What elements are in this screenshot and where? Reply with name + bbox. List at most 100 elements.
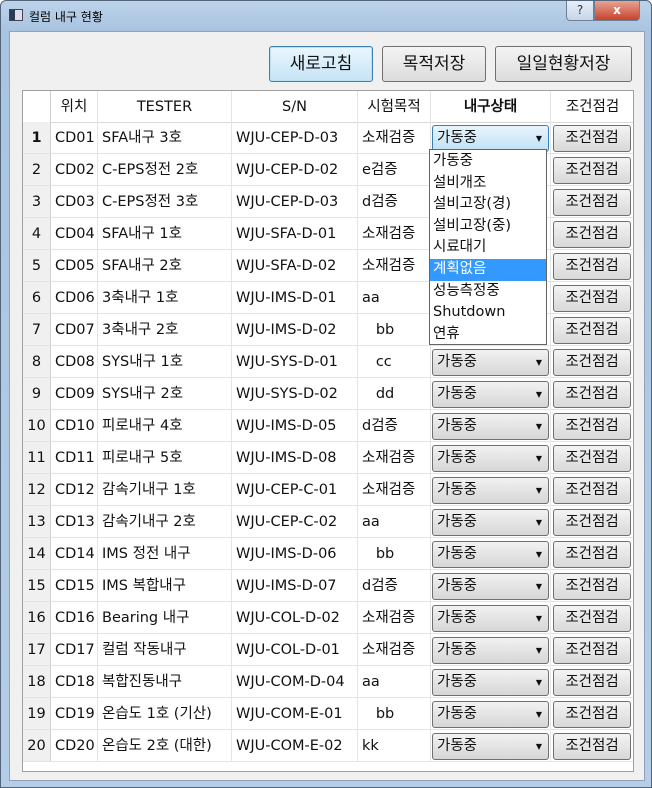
condition-check-button[interactable]: 조건점검 bbox=[553, 157, 631, 184]
row-number[interactable]: 6 bbox=[23, 282, 51, 314]
save-daily-status-button[interactable]: 일일현황저장 bbox=[495, 46, 632, 82]
condition-check-button[interactable]: 조건점검 bbox=[553, 573, 631, 600]
status-combobox[interactable]: 가동중 ▼ bbox=[432, 349, 549, 376]
column-header[interactable]: 조건점검 bbox=[551, 91, 633, 123]
dropdown-option[interactable]: 설비개조 bbox=[430, 173, 546, 195]
dropdown-option[interactable]: 성능측정중 bbox=[430, 281, 546, 303]
row-number[interactable]: 19 bbox=[23, 698, 51, 730]
row-number[interactable]: 16 bbox=[23, 602, 51, 634]
status-value: 가동중 bbox=[437, 514, 478, 530]
status-combobox[interactable]: 가동중 ▼ bbox=[432, 669, 549, 696]
row-number[interactable]: 8 bbox=[23, 346, 51, 378]
cell-status: 가동중 ▼ bbox=[431, 378, 551, 410]
row-number[interactable]: 14 bbox=[23, 538, 51, 570]
cell-tester: Bearing 내구 bbox=[98, 602, 232, 634]
cell-status: 가동중 ▼ bbox=[431, 474, 551, 506]
status-combobox[interactable]: 가동중 ▼ bbox=[432, 733, 549, 760]
cell-check: 조건점검 bbox=[551, 314, 633, 346]
status-value: 가동중 bbox=[437, 610, 478, 626]
cell-check: 조건점검 bbox=[551, 730, 633, 762]
row-number[interactable]: 4 bbox=[23, 218, 51, 250]
row-number[interactable]: 3 bbox=[23, 186, 51, 218]
condition-check-button[interactable]: 조건점검 bbox=[553, 733, 631, 760]
cell-check: 조건점검 bbox=[551, 666, 633, 698]
status-combobox[interactable]: 가동중 ▼ bbox=[432, 701, 549, 728]
column-header[interactable]: TESTER bbox=[98, 91, 232, 123]
help-button[interactable]: ? bbox=[566, 1, 594, 21]
status-combobox[interactable]: 가동중 ▼ bbox=[432, 605, 549, 632]
status-value: 가동중 bbox=[437, 130, 478, 146]
row-number[interactable]: 13 bbox=[23, 506, 51, 538]
condition-check-button[interactable]: 조건점검 bbox=[553, 189, 631, 216]
row-number[interactable]: 11 bbox=[23, 442, 51, 474]
status-combobox[interactable]: 가동중 ▼ bbox=[432, 445, 549, 472]
status-combobox[interactable]: 가동중 ▼ bbox=[432, 637, 549, 664]
cell-tester: C-EPS정전 3호 bbox=[98, 186, 232, 218]
row-number[interactable]: 10 bbox=[23, 410, 51, 442]
row-number[interactable]: 1 bbox=[23, 122, 51, 154]
cell-purpose: 소재검증 bbox=[358, 122, 431, 154]
column-header[interactable]: S/N bbox=[232, 91, 358, 123]
condition-check-button[interactable]: 조건점검 bbox=[553, 381, 631, 408]
status-value: 가동중 bbox=[437, 450, 478, 466]
cell-status: 가동중 ▼ bbox=[431, 442, 551, 474]
row-number[interactable]: 18 bbox=[23, 666, 51, 698]
status-combobox[interactable]: 가동중 ▼ bbox=[432, 573, 549, 600]
column-header[interactable]: 내구상태 bbox=[431, 91, 551, 123]
status-dropdown-list[interactable]: 가동중 설비개조 설비고장(경) 설비고장(중) 시료대기 계획없음 성능측정중 Shutdo… bbox=[429, 149, 547, 345]
condition-check-button[interactable]: 조건점검 bbox=[553, 413, 631, 440]
cell-check: 조건점검 bbox=[551, 602, 633, 634]
row-number[interactable]: 20 bbox=[23, 730, 51, 762]
cell-tester: 컬럼 작동내구 bbox=[98, 634, 232, 666]
dropdown-option[interactable]: Shutdown bbox=[430, 302, 546, 324]
row-number[interactable]: 2 bbox=[23, 154, 51, 186]
condition-check-button[interactable]: 조건점검 bbox=[553, 605, 631, 632]
status-combobox[interactable]: 가동중 ▼ bbox=[432, 125, 549, 152]
column-header[interactable]: 위치 bbox=[51, 91, 98, 123]
table-row: 18 CD18 복합진동내구 WJU-COM-D-04 aa 가동중 ▼ 조건점검 bbox=[23, 666, 633, 698]
column-header[interactable]: 시험목적 bbox=[358, 91, 431, 123]
condition-check-button[interactable]: 조건점검 bbox=[553, 637, 631, 664]
status-value: 가동중 bbox=[437, 354, 478, 370]
refresh-button[interactable]: 새로고침 bbox=[269, 46, 373, 82]
row-number[interactable]: 17 bbox=[23, 634, 51, 666]
dropdown-option[interactable]: 시료대기 bbox=[430, 237, 546, 259]
row-number[interactable]: 7 bbox=[23, 314, 51, 346]
cell-loc: CD02 bbox=[51, 154, 98, 186]
status-combobox[interactable]: 가동중 ▼ bbox=[432, 541, 549, 568]
condition-check-button[interactable]: 조건점검 bbox=[553, 445, 631, 472]
dropdown-option[interactable]: 설비고장(경) bbox=[430, 194, 546, 216]
cell-sn: WJU-CEP-C-02 bbox=[232, 506, 358, 538]
cell-purpose: 소재검증 bbox=[358, 250, 431, 282]
condition-check-button[interactable]: 조건점검 bbox=[553, 317, 631, 344]
cell-sn: WJU-CEP-D-02 bbox=[232, 154, 358, 186]
condition-check-button[interactable]: 조건점검 bbox=[553, 285, 631, 312]
row-number[interactable]: 9 bbox=[23, 378, 51, 410]
dropdown-option[interactable]: 계획없음 bbox=[430, 258, 546, 281]
condition-check-button[interactable]: 조건점검 bbox=[553, 541, 631, 568]
condition-check-button[interactable]: 조건점검 bbox=[553, 253, 631, 280]
row-number[interactable]: 15 bbox=[23, 570, 51, 602]
cell-purpose: d검증 bbox=[358, 410, 431, 442]
condition-check-button[interactable]: 조건점검 bbox=[553, 125, 631, 152]
condition-check-button[interactable]: 조건점검 bbox=[553, 701, 631, 728]
condition-check-button[interactable]: 조건점검 bbox=[553, 221, 631, 248]
row-number[interactable]: 5 bbox=[23, 250, 51, 282]
condition-check-button[interactable]: 조건점검 bbox=[553, 477, 631, 504]
dropdown-option[interactable]: 설비고장(중) bbox=[430, 216, 546, 238]
row-number[interactable]: 12 bbox=[23, 474, 51, 506]
status-combobox[interactable]: 가동중 ▼ bbox=[432, 509, 549, 536]
condition-check-button[interactable]: 조건점검 bbox=[553, 349, 631, 376]
dropdown-option[interactable]: 연휴 bbox=[430, 324, 546, 346]
window-frame: 컬럼 내구 현황 ? x 새로고침 목적저장 일일현황저장 위치 TESTER S/… bbox=[0, 0, 652, 788]
cell-sn: WJU-IMS-D-08 bbox=[232, 442, 358, 474]
condition-check-button[interactable]: 조건점검 bbox=[553, 669, 631, 696]
dropdown-option[interactable]: 가동중 bbox=[430, 151, 546, 173]
condition-check-button[interactable]: 조건점검 bbox=[553, 509, 631, 536]
dropdown-arrow-icon: ▼ bbox=[535, 518, 542, 527]
status-combobox[interactable]: 가동중 ▼ bbox=[432, 477, 549, 504]
status-combobox[interactable]: 가동중 ▼ bbox=[432, 381, 549, 408]
save-purpose-button[interactable]: 목적저장 bbox=[382, 46, 486, 82]
close-button[interactable]: x bbox=[594, 1, 640, 21]
status-combobox[interactable]: 가동중 ▼ bbox=[432, 413, 549, 440]
